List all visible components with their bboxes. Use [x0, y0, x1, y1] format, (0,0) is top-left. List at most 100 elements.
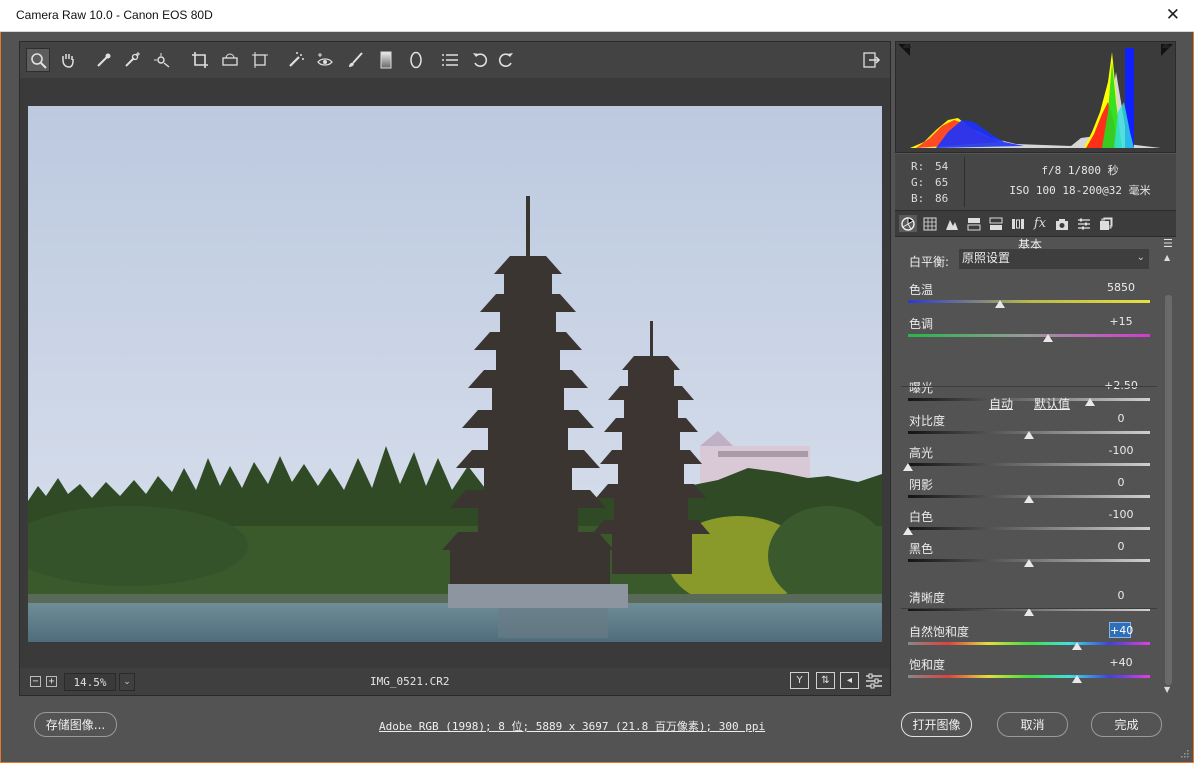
effects-tab-icon[interactable]: fx — [1031, 215, 1049, 232]
divider — [901, 608, 1157, 609]
highlights-slider-track[interactable] — [908, 463, 1150, 466]
divider — [901, 386, 1157, 387]
hand-tool-icon[interactable] — [56, 48, 80, 72]
zoom-tool-icon[interactable] — [26, 48, 50, 72]
fullscreen-icon[interactable] — [860, 48, 884, 72]
shadows-slider-thumb[interactable] — [1024, 495, 1034, 503]
tint-slider-thumb[interactable] — [1043, 334, 1054, 342]
adjustment-brush-icon[interactable] — [344, 48, 368, 72]
white-balance-tool-icon[interactable] — [92, 48, 116, 72]
cancel-button[interactable]: 取消 — [997, 712, 1068, 737]
shadows-label: 阴影 — [909, 478, 934, 492]
blacks-value-field[interactable]: 0 — [1095, 539, 1147, 555]
saturation-slider-thumb[interactable] — [1072, 675, 1083, 683]
graduated-filter-icon[interactable] — [374, 48, 398, 72]
scroll-down-icon[interactable]: ▼ — [1164, 685, 1170, 694]
highlights-label: 高光 — [909, 446, 934, 460]
filename: IMG_0521.CR2 — [370, 675, 450, 688]
default-link[interactable]: 默认值 — [1034, 395, 1070, 412]
view-preferences-icon[interactable] — [862, 669, 886, 693]
tool-bar — [20, 42, 890, 78]
whites-label: 白色 — [909, 510, 934, 524]
contrast-label: 对比度 — [909, 414, 946, 428]
basic-tab-icon[interactable] — [899, 215, 917, 232]
panel-menu-icon[interactable]: ☰ — [1163, 237, 1173, 250]
copy-settings-icon[interactable]: ◂ — [840, 672, 859, 689]
divider — [964, 157, 965, 207]
status-bar: − + 14.5% ⌄ IMG_0521.CR2 Y ⇅ ◂ — [20, 668, 890, 695]
transform-tool-icon[interactable] — [248, 48, 272, 72]
zoom-in-button[interactable]: + — [46, 676, 57, 687]
auto-link[interactable]: 自动 — [989, 395, 1013, 412]
zoom-dropdown-icon[interactable]: ⌄ — [119, 673, 135, 691]
saturation-value-field[interactable]: +40 — [1095, 655, 1147, 671]
highlights-value-field[interactable]: -100 — [1095, 443, 1147, 459]
saturation-label: 饱和度 — [909, 658, 946, 672]
exposure-slider-track[interactable] — [908, 398, 1150, 401]
r-label: R: — [911, 160, 925, 173]
presets-tab-icon[interactable] — [1075, 215, 1093, 232]
spot-removal-tool-icon[interactable] — [284, 48, 308, 72]
rotate-ccw-icon[interactable] — [468, 48, 492, 72]
vibrance-slider-thumb[interactable] — [1072, 642, 1083, 650]
lens-corrections-tab-icon[interactable] — [1009, 215, 1027, 232]
before-after-view-icon[interactable]: Y — [790, 672, 809, 689]
contrast-slider-thumb[interactable] — [1024, 431, 1034, 439]
highlights-slider-thumb[interactable] — [903, 463, 913, 471]
camera-calibration-tab-icon[interactable] — [1053, 215, 1071, 232]
swap-settings-icon[interactable]: ⇅ — [816, 672, 835, 689]
contrast-value-field[interactable]: 0 — [1095, 411, 1147, 427]
title-bar: Camera Raw 10.0 - Canon EOS 80D ✕ — [0, 0, 1194, 32]
camera-info: f/8 1/800 秒 ISO 100 18-200@32 毫米 — [985, 161, 1175, 201]
detail-tab-icon[interactable] — [943, 215, 961, 232]
scroll-up-icon[interactable]: ▲ — [1164, 253, 1170, 262]
b-label: B: — [911, 192, 925, 205]
clarity-value-field[interactable]: 0 — [1095, 588, 1147, 604]
done-button[interactable]: 完成 — [1091, 712, 1162, 737]
workflow-options-link[interactable]: Adobe RGB (1998); 8 位; 5889 x 3697 (21.8… — [379, 718, 765, 734]
iso-lens: ISO 100 18-200@32 毫米 — [1009, 184, 1151, 197]
preferences-icon[interactable] — [438, 48, 462, 72]
panel-scrollbar[interactable]: ▲ ▼ — [1163, 253, 1174, 694]
whites-value-field[interactable]: -100 — [1095, 507, 1147, 523]
rotate-cw-icon[interactable] — [494, 48, 518, 72]
b-value: 86 — [935, 192, 949, 205]
resize-grip-icon[interactable] — [1179, 748, 1189, 758]
close-icon[interactable]: ✕ — [1166, 5, 1180, 25]
preview-panel: − + 14.5% ⌄ IMG_0521.CR2 Y ⇅ ◂ — [19, 41, 891, 696]
tint-value-field[interactable]: +15 — [1095, 314, 1147, 330]
open-image-button[interactable]: 打开图像 — [901, 712, 972, 737]
aperture-shutter: f/8 1/800 秒 — [1041, 164, 1119, 177]
temp-value-field[interactable]: 5850 — [1095, 280, 1147, 296]
color-sampler-tool-icon[interactable] — [120, 48, 144, 72]
whites-slider-track[interactable] — [908, 527, 1150, 530]
tint-label: 色调 — [909, 317, 934, 331]
exposure-slider-thumb[interactable] — [1084, 398, 1095, 406]
snapshots-tab-icon[interactable] — [1097, 215, 1115, 232]
saturation-slider-track[interactable] — [908, 675, 1150, 678]
tone-curve-tab-icon[interactable] — [921, 215, 939, 232]
temp-slider-track[interactable] — [908, 300, 1150, 303]
clarity-slider-thumb[interactable] — [1024, 608, 1034, 616]
hsl-tab-icon[interactable] — [965, 215, 983, 232]
straighten-tool-icon[interactable] — [218, 48, 242, 72]
vibrance-slider-track[interactable] — [908, 642, 1150, 645]
shadows-value-field[interactable]: 0 — [1095, 475, 1147, 491]
split-toning-tab-icon[interactable] — [987, 215, 1005, 232]
zoom-level[interactable]: 14.5% — [64, 673, 116, 691]
tint-slider-track[interactable] — [908, 334, 1150, 337]
temp-slider-thumb[interactable] — [994, 300, 1005, 308]
red-eye-tool-icon[interactable] — [314, 48, 338, 72]
scroll-thumb[interactable] — [1165, 295, 1172, 685]
zoom-out-button[interactable]: − — [30, 676, 41, 687]
image-canvas[interactable] — [20, 78, 890, 668]
crop-tool-icon[interactable] — [188, 48, 212, 72]
vibrance-value-field[interactable]: +40 — [1109, 622, 1133, 638]
white-balance-value: 原照设置 — [962, 251, 1011, 265]
save-image-button[interactable]: 存储图像... — [34, 712, 117, 737]
blacks-slider-thumb[interactable] — [1024, 559, 1034, 567]
radial-filter-icon[interactable] — [404, 48, 428, 72]
white-balance-select[interactable]: 原照设置 ⌄ — [959, 249, 1149, 269]
targeted-adjustment-tool-icon[interactable] — [150, 48, 174, 72]
whites-slider-thumb[interactable] — [903, 527, 913, 535]
